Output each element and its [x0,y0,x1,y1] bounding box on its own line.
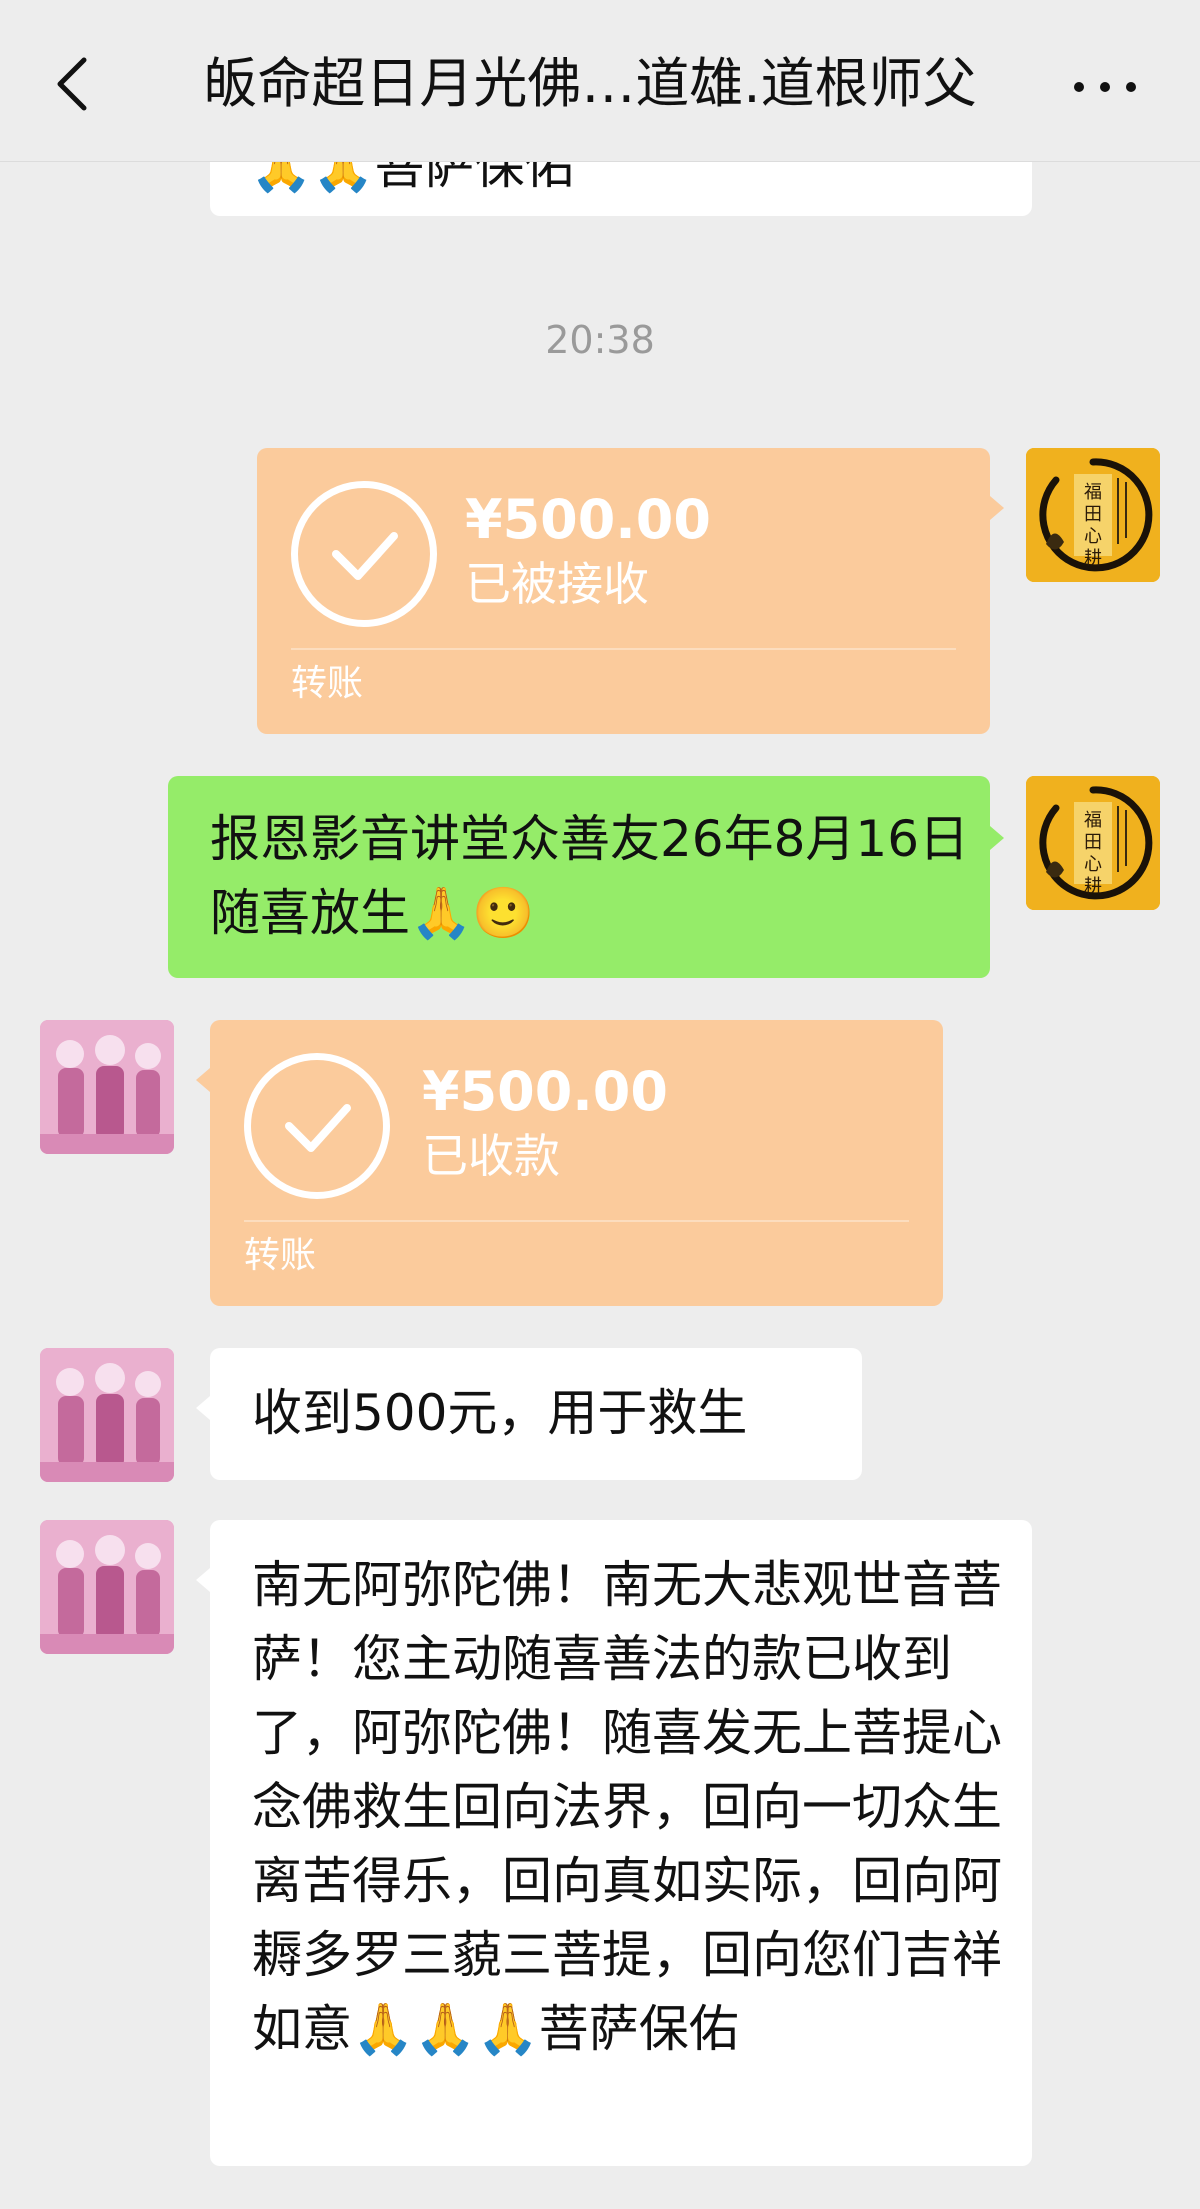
received-text-bubble[interactable]: 收到500元，用于救生 [210,1348,862,1480]
svg-text:田: 田 [1084,832,1102,853]
chat-header: 皈命超日月光佛…道雄.道根师父 [0,0,1200,162]
lotus-calligraphy-avatar-icon: 福 田 心 耕 [1026,776,1160,910]
checkmark-circle-icon [244,1053,390,1199]
chat-title: 皈命超日月光佛…道雄.道根师父 [203,52,977,115]
contact-avatar[interactable] [40,1020,174,1154]
sent-message-text: 报恩影音讲堂众善友26年8月16日随喜放生🙏🙂 [210,810,970,942]
more-options-button[interactable] [1070,62,1140,106]
bubble-tail [196,1568,210,1592]
self-avatar[interactable]: 福 田 心 耕 [1026,448,1160,582]
svg-text:耕: 耕 [1084,548,1102,569]
lotus-calligraphy-avatar-icon: 福 田 心 耕 [1026,448,1160,582]
bubble-tail [990,496,1004,520]
buddha-statues-avatar-icon [40,1520,174,1654]
svg-text:心: 心 [1084,854,1102,875]
transfer-amount: ¥500.00 [465,488,711,551]
received-message-text: 南无阿弥陀佛！南无大悲观世音菩萨！您主动随喜善法的款已收到了，阿弥陀佛！随喜发无… [252,1556,1002,2058]
checkmark-circle-icon [291,481,437,627]
transfer-card-received[interactable]: ¥500.00 已收款 转账 [210,1020,943,1306]
transfer-label: 转账 [244,1235,317,1276]
contact-avatar[interactable] [40,1348,174,1482]
received-text-bubble-long[interactable]: 南无阿弥陀佛！南无大悲观世音菩萨！您主动随喜善法的款已收到了，阿弥陀佛！随喜发无… [210,1520,1032,2166]
transfer-status: 已被接收 [465,557,649,611]
transfer-card-sent[interactable]: ¥500.00 已被接收 转账 [257,448,990,734]
buddha-statues-avatar-icon [40,1020,174,1154]
svg-text:福: 福 [1084,482,1102,503]
transfer-label: 转账 [291,663,364,704]
more-dots-icon [1074,82,1084,92]
buddha-statues-avatar-icon [40,1348,174,1482]
back-button[interactable] [50,52,100,116]
transfer-amount: ¥500.00 [422,1060,668,1123]
contact-avatar[interactable] [40,1520,174,1654]
bubble-tail [196,1396,210,1420]
sent-text-bubble[interactable]: 报恩影音讲堂众善友26年8月16日随喜放生🙏🙂 [168,776,990,978]
bubble-tail [196,1068,210,1092]
self-avatar[interactable]: 福 田 心 耕 [1026,776,1160,910]
svg-text:耕: 耕 [1084,876,1102,897]
transfer-divider [291,648,956,650]
bubble-tail [990,826,1004,850]
transfer-divider [244,1220,909,1222]
transfer-status: 已收款 [422,1129,560,1183]
chevron-left-icon [57,57,87,111]
svg-text:田: 田 [1084,504,1102,525]
svg-text:心: 心 [1084,526,1102,547]
message-timestamp: 20:38 [545,318,655,362]
received-message-text: 收到500元，用于救生 [252,1384,748,1442]
svg-text:福: 福 [1084,810,1102,831]
